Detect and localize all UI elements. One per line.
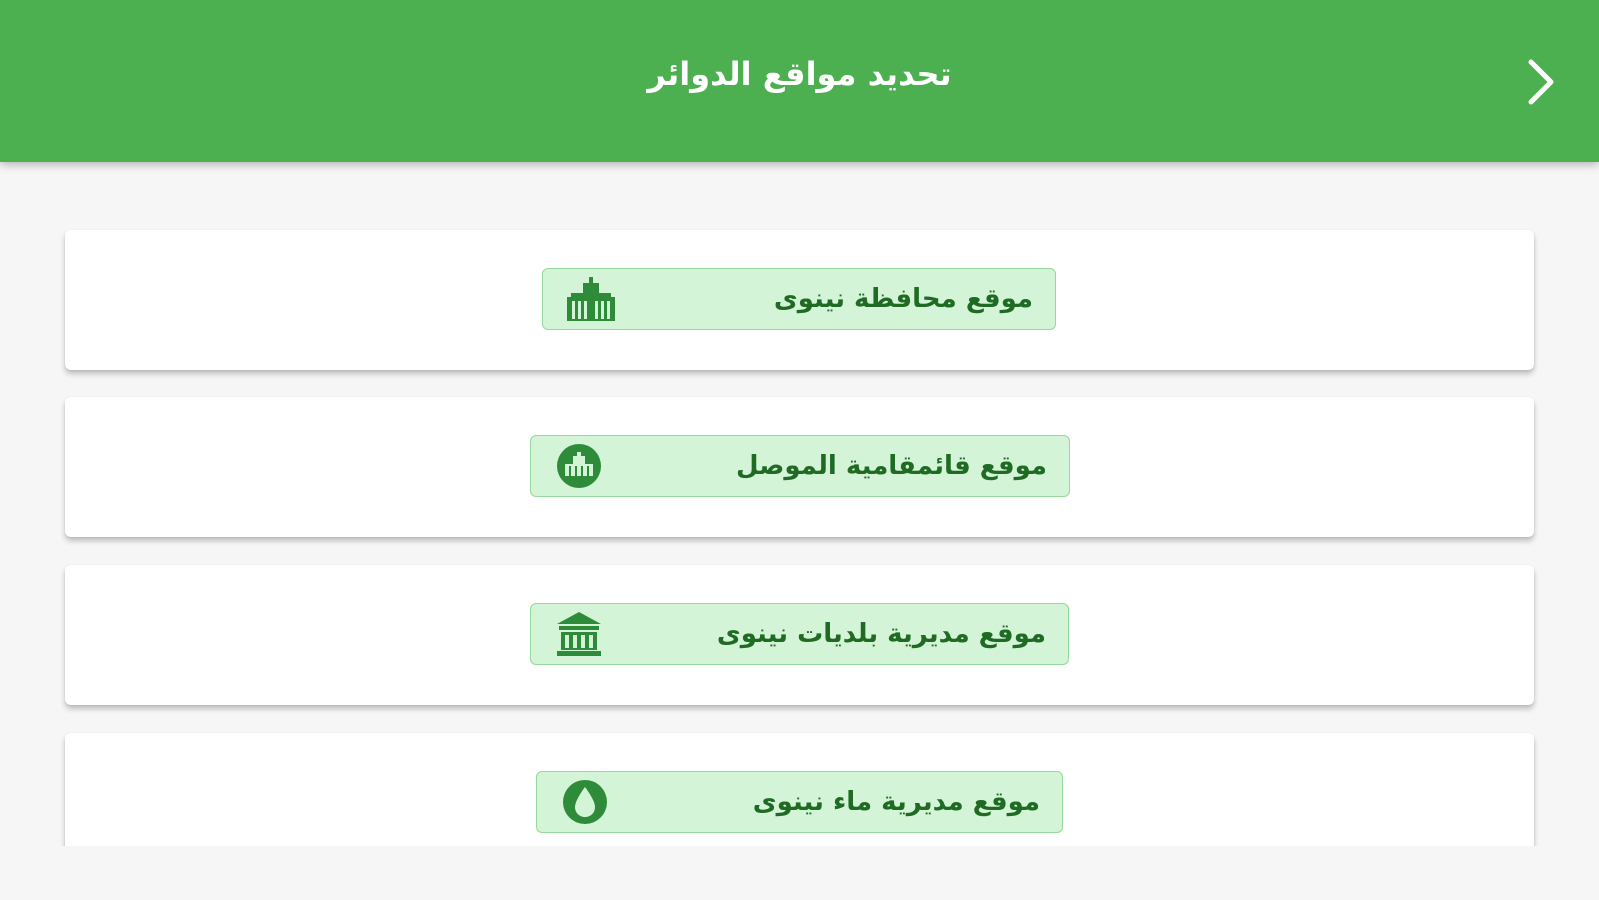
location-button-water[interactable]: موقع مديرية ماء نينوى xyxy=(536,771,1063,833)
location-label: موقع قائمقامية الموصل xyxy=(736,451,1047,481)
location-label: موقع مديرية بلديات نينوى xyxy=(716,619,1046,649)
location-button-municipalities[interactable]: موقع مديرية بلديات نينوى xyxy=(530,603,1069,665)
location-card-municipalities[interactable]: موقع مديرية بلديات نينوى xyxy=(65,565,1534,705)
location-card-governorate[interactable]: موقع محافظة نينوى xyxy=(65,230,1534,370)
location-card-mosul-district[interactable]: موقع قائمقامية الموصل xyxy=(65,397,1534,537)
app-header: تحديد مواقع الدوائر xyxy=(0,0,1599,162)
app-screen: تحديد مواقع الدوائر موقع محافظة نينوى مو… xyxy=(0,0,1599,900)
government-building-icon xyxy=(567,277,615,321)
back-button[interactable] xyxy=(1517,56,1565,108)
circle-building-icon xyxy=(557,444,601,488)
location-list[interactable]: موقع محافظة نينوى موقع قائمقامية الموصل … xyxy=(0,162,1599,846)
location-button-mosul-district[interactable]: موقع قائمقامية الموصل xyxy=(530,435,1070,497)
chevron-right-icon xyxy=(1528,59,1554,105)
municipality-building-icon xyxy=(557,612,601,656)
location-label: موقع محافظة نينوى xyxy=(773,284,1033,314)
page-title: تحديد مواقع الدوائر xyxy=(647,55,952,93)
location-button-governorate[interactable]: موقع محافظة نينوى xyxy=(542,268,1056,330)
location-card-water[interactable]: موقع مديرية ماء نينوى xyxy=(65,733,1534,846)
location-label: موقع مديرية ماء نينوى xyxy=(752,787,1040,817)
water-drop-icon xyxy=(563,780,607,824)
